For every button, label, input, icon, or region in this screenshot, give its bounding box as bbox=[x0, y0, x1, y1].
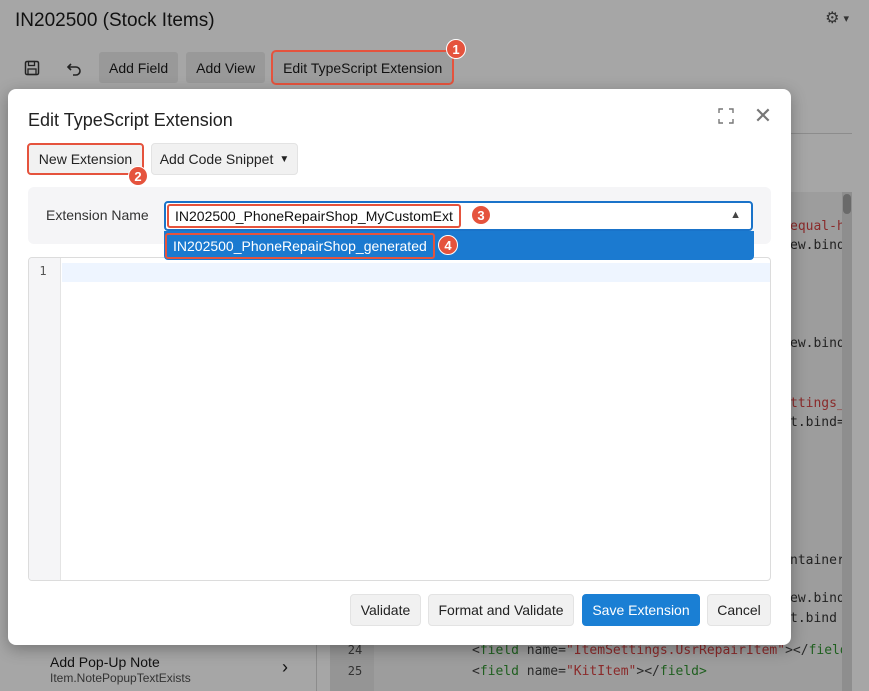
chevron-down-icon: ▼ bbox=[279, 153, 290, 165]
code-editor[interactable]: 1 bbox=[28, 257, 771, 581]
close-icon[interactable]: ✕ bbox=[753, 105, 773, 127]
list-item-add-popup-note[interactable]: Add Pop-Up Note Item.NotePopupTextExists… bbox=[0, 645, 310, 691]
divider bbox=[316, 640, 317, 691]
edit-typescript-extension-dialog: Edit TypeScript Extension ✕ New Extensio… bbox=[8, 89, 791, 645]
dialog-title: Edit TypeScript Extension bbox=[28, 110, 233, 130]
code-line: <field name="KitItem"></field> bbox=[472, 664, 707, 679]
save-extension-button[interactable]: Save Extension bbox=[582, 594, 700, 626]
add-view-button[interactable]: Add View bbox=[186, 52, 266, 83]
code-fragment: ttings_ bbox=[790, 396, 845, 411]
step-marker-1: 1 bbox=[446, 39, 466, 59]
step-marker-2: 2 bbox=[128, 166, 148, 186]
settings-menu[interactable]: ⚙ ▾ bbox=[825, 8, 849, 28]
editor-gutter: 1 bbox=[29, 258, 61, 580]
extension-name-label: Extension Name bbox=[46, 207, 149, 223]
code-scrollbar[interactable] bbox=[842, 192, 852, 691]
edit-typescript-extension-button[interactable]: Edit TypeScript Extension bbox=[271, 50, 455, 85]
code-fragment: ew.bind bbox=[790, 238, 845, 253]
dropdown-option[interactable]: IN202500_PhoneRepairShop_generated bbox=[165, 233, 435, 259]
code-fragment: ntainer bbox=[790, 553, 845, 568]
chevron-down-icon: ▾ bbox=[843, 12, 849, 25]
add-code-snippet-button[interactable]: Add Code Snippet ▼ bbox=[151, 143, 298, 175]
save-icon[interactable] bbox=[15, 52, 49, 83]
step-marker-3: 3 bbox=[471, 205, 491, 225]
extension-name-dropdown: IN202500_PhoneRepairShop_generated bbox=[164, 231, 754, 260]
line-number: 25 bbox=[347, 664, 363, 678]
code-gutter: 24 25 bbox=[330, 640, 374, 691]
code-fragment: ew.bind bbox=[790, 336, 845, 351]
code-fragment: ew.bind bbox=[790, 591, 845, 606]
code-fragment: t.bind= bbox=[790, 415, 845, 430]
code-lines: <field name="ItemSettings.UsrRepairItem"… bbox=[380, 640, 842, 691]
validate-button[interactable]: Validate bbox=[350, 594, 421, 626]
add-field-button[interactable]: Add Field bbox=[99, 52, 179, 83]
chevron-right-icon[interactable]: › bbox=[282, 657, 288, 678]
undo-icon[interactable] bbox=[57, 52, 91, 83]
cancel-button[interactable]: Cancel bbox=[707, 594, 771, 626]
extension-name-value[interactable]: IN202500_PhoneRepairShop_MyCustomExt bbox=[167, 204, 461, 228]
gear-icon[interactable]: ⚙ bbox=[825, 8, 839, 28]
toolbar: Add Field Add View Edit TypeScript Exten… bbox=[15, 50, 455, 85]
scrollbar-thumb[interactable] bbox=[843, 194, 851, 214]
line-number: 1 bbox=[39, 264, 47, 278]
code-fragment: t.bind bbox=[790, 611, 837, 626]
add-code-snippet-label: Add Code Snippet bbox=[159, 151, 274, 167]
active-line[interactable] bbox=[62, 263, 770, 282]
code-fragment: equal-h bbox=[790, 219, 845, 234]
list-item-subtitle: Item.NotePopupTextExists bbox=[50, 671, 191, 685]
expand-icon[interactable] bbox=[718, 108, 736, 126]
chevron-up-icon[interactable]: ▲ bbox=[730, 209, 741, 221]
step-marker-4: 4 bbox=[438, 235, 458, 255]
format-and-validate-button[interactable]: Format and Validate bbox=[428, 594, 574, 626]
new-extension-button[interactable]: New Extension bbox=[27, 143, 144, 175]
extension-name-select[interactable]: IN202500_PhoneRepairShop_MyCustomExt ▲ bbox=[164, 201, 753, 231]
page-title: IN202500 (Stock Items) bbox=[15, 10, 215, 31]
list-item-title: Add Pop-Up Note bbox=[50, 654, 160, 670]
